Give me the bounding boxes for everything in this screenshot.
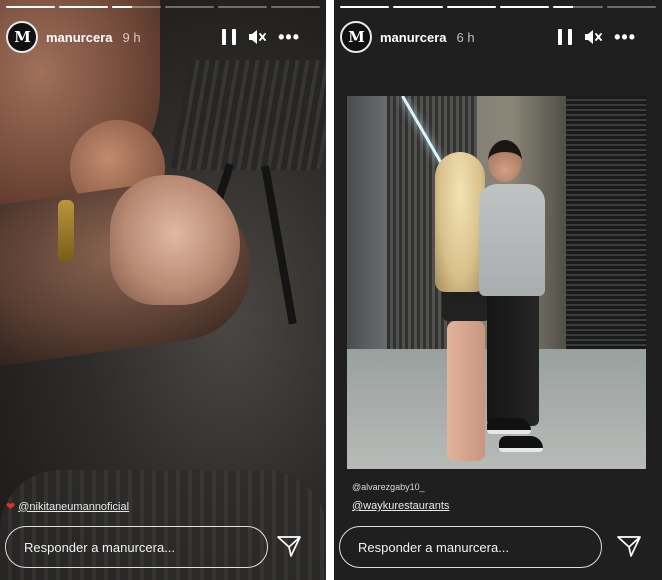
reply-placeholder: Responder a manurcera... [24,539,176,555]
mention-link[interactable]: @nikitaneumannoficial [18,501,129,513]
story-progress-bar [340,6,656,8]
story-controls: ••• [558,28,656,46]
pause-icon[interactable] [558,29,573,45]
reply-input[interactable]: Responder a manurcera... [339,526,602,568]
mention-sticker[interactable]: ❤ @nikitaneumannoficial [6,500,129,514]
progress-segment [112,6,161,8]
progress-fill [446,6,496,8]
more-options-icon[interactable]: ••• [614,28,636,46]
post-time: 6 h [456,29,475,45]
story-left: M manurcera 9 h ••• ❤ @nikitaneumannofic… [0,0,326,580]
pause-icon[interactable] [222,29,237,45]
story-controls: ••• [222,28,320,46]
avatar-letter: M [348,28,365,46]
speaker-muted-icon[interactable] [584,29,602,45]
heart-emoji-icon: ❤ [6,501,16,513]
progress-segment [59,6,108,8]
progress-fill [59,6,108,8]
reply-input[interactable]: Responder a manurcera... [5,526,268,568]
username[interactable]: manurcera [46,30,112,45]
progress-fill [499,6,550,8]
story-photo-hands [0,0,326,580]
progress-segment [393,6,443,8]
reply-placeholder: Responder a manurcera... [358,539,510,555]
progress-segment [553,6,603,8]
progress-fill [393,6,443,8]
paper-plane-icon[interactable] [276,534,302,560]
progress-segment [6,6,55,8]
avatar-letter: M [14,28,31,46]
story-right: M manurcera 6 h ••• @alvarezgaby10_ @way… [334,0,662,580]
paper-plane-icon[interactable] [616,534,642,560]
more-options-icon[interactable]: ••• [278,28,300,46]
speaker-muted-icon[interactable] [248,29,266,45]
progress-segment [271,6,320,8]
progress-segment [165,6,214,8]
progress-segment [218,6,267,8]
photo-tag[interactable]: @alvarezgaby10_ [352,482,425,492]
username[interactable]: manurcera [380,30,446,45]
post-time: 9 h [122,29,141,45]
progress-segment [499,6,550,8]
progress-fill [112,6,132,8]
progress-fill [6,6,55,8]
story-header: M manurcera 9 h ••• [0,20,326,54]
mention-link[interactable]: @waykurestaurants [352,500,449,512]
story-photo-couple [347,96,646,469]
story-progress-bar [6,6,320,8]
progress-segment [606,6,656,8]
story-header: M manurcera 6 h ••• [334,20,662,54]
progress-segment [446,6,496,8]
avatar[interactable]: M [340,21,372,53]
progress-fill [340,6,390,8]
progress-segment [340,6,390,8]
avatar[interactable]: M [6,21,38,53]
progress-fill [553,6,574,8]
